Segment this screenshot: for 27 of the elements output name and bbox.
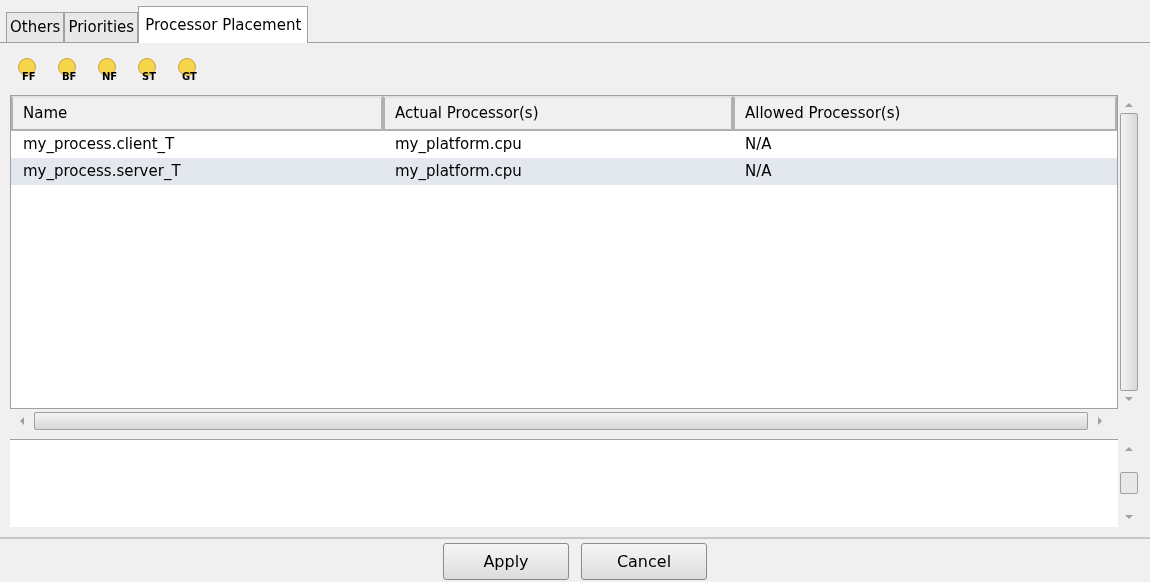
- scrollbar-thumb[interactable]: [1120, 113, 1138, 391]
- tab[interactable]: Priorities: [64, 12, 139, 42]
- scroll-up-icon[interactable]: [1124, 101, 1134, 109]
- tab[interactable]: Processor Placement: [138, 6, 309, 43]
- toolbar-button[interactable]: NF: [96, 56, 124, 82]
- column-header[interactable]: Allowed Processor(s): [733, 96, 1117, 131]
- scroll-down-icon[interactable]: [1124, 513, 1134, 521]
- scroll-left-icon[interactable]: [18, 416, 26, 426]
- dialog-button[interactable]: Apply: [443, 543, 569, 580]
- table-row[interactable]: my_process.server_T my_platform.cpu N/A: [11, 158, 1117, 185]
- scroll-up-icon[interactable]: [1124, 445, 1134, 453]
- toolbar-button[interactable]: ST: [136, 56, 164, 82]
- table-cell-text: N/A: [744, 134, 773, 156]
- toolbar-button[interactable]: GT: [176, 56, 204, 82]
- column-header[interactable]: Name: [11, 96, 383, 131]
- scroll-right-icon[interactable]: [1096, 416, 1104, 426]
- table-cell-text: N/A: [744, 161, 773, 183]
- tab[interactable]: Others: [6, 12, 65, 42]
- table-cell-text: my_process.client_T: [22, 134, 176, 156]
- column-header[interactable]: Actual Processor(s): [383, 96, 733, 131]
- scroll-down-icon[interactable]: [1124, 395, 1134, 403]
- table-cell-text: my_process.server_T: [22, 161, 182, 183]
- table-cell-text: my_platform.cpu: [394, 161, 523, 183]
- scrollbar-thumb[interactable]: [34, 412, 1088, 430]
- dialog-button[interactable]: Cancel: [581, 543, 707, 580]
- scrollbar-thumb[interactable]: [1120, 472, 1138, 494]
- table-cell-text: my_platform.cpu: [394, 134, 523, 156]
